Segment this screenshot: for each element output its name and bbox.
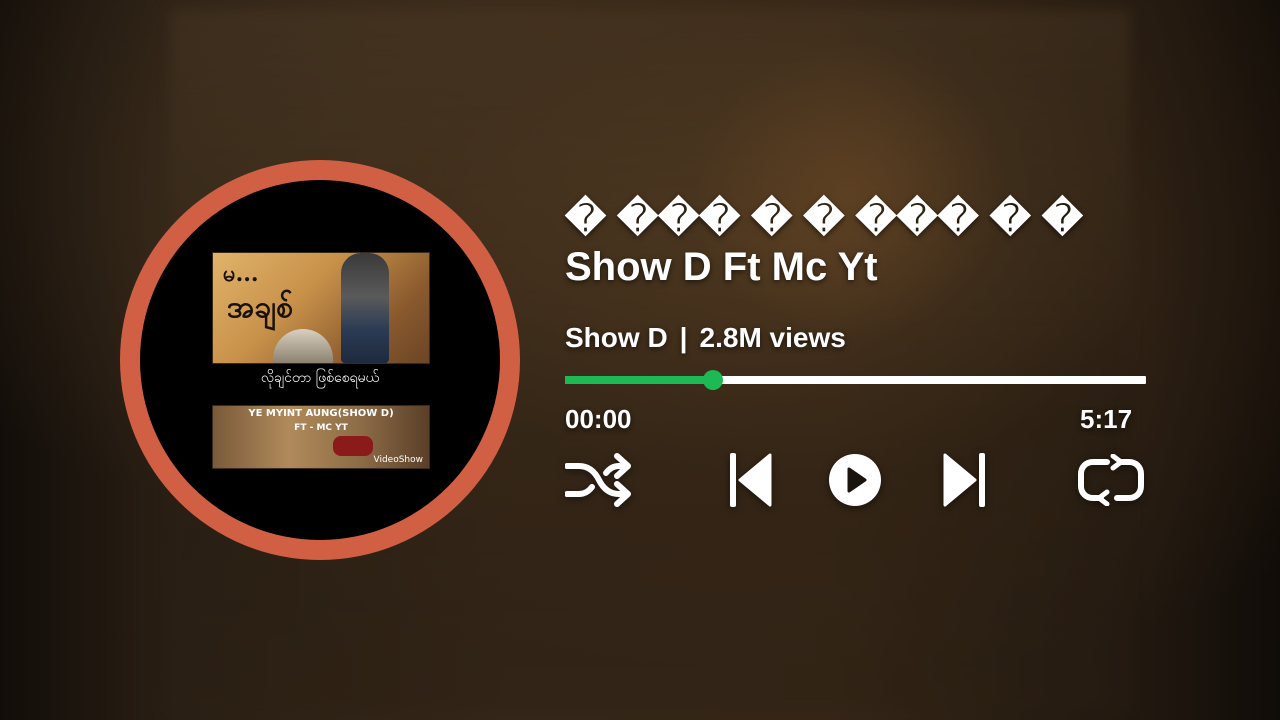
album-art-caption: လိုချင်တာ ဖြစ်စေရမယ် [260,370,380,386]
album-art-credit-line1: YE MYINT AUNG(SHOW D) [248,408,394,419]
track-meta: Show D | 2.8M views [565,322,846,354]
track-title: � ��� � � ��� � � Show D Ft Mc Yt [565,197,1083,289]
album-art: မ... အချစ် လိုချင်တာ ဖြစ်စေရမယ် YE MYINT… [140,180,500,540]
repeat-icon [1078,454,1144,506]
play-circle-icon [829,454,881,506]
progress-knob[interactable] [702,370,723,390]
album-art-watermark: VideoShow [373,455,424,465]
next-button[interactable] [940,450,990,510]
album-art-top-image: မ... အချစ် [212,252,430,364]
repeat-button[interactable] [1076,450,1146,510]
skip-next-icon [943,453,985,507]
album-art-credit-line2: FT - MC YT [294,423,348,433]
album-art-ring: မ... အချစ် လိုချင်တာ ဖြစ်စေရမယ် YE MYINT… [120,160,520,560]
progress-bar[interactable] [565,370,1146,390]
artist-name[interactable]: Show D [565,322,668,353]
meta-separator: | [679,322,688,353]
view-count: 2.8M views [699,322,846,353]
play-button[interactable] [826,450,884,510]
progress-fill [565,376,713,384]
shuffle-button[interactable] [563,450,633,510]
skip-previous-icon [730,453,772,507]
previous-button[interactable] [725,450,775,510]
album-art-bottom-image: YE MYINT AUNG(SHOW D) FT - MC YT VideoSh… [212,405,430,469]
album-art-top-text-2: အချစ် [227,290,294,325]
current-time: 00:00 [565,404,632,434]
shuffle-icon [565,453,631,507]
duration: 5:17 [1080,404,1133,434]
